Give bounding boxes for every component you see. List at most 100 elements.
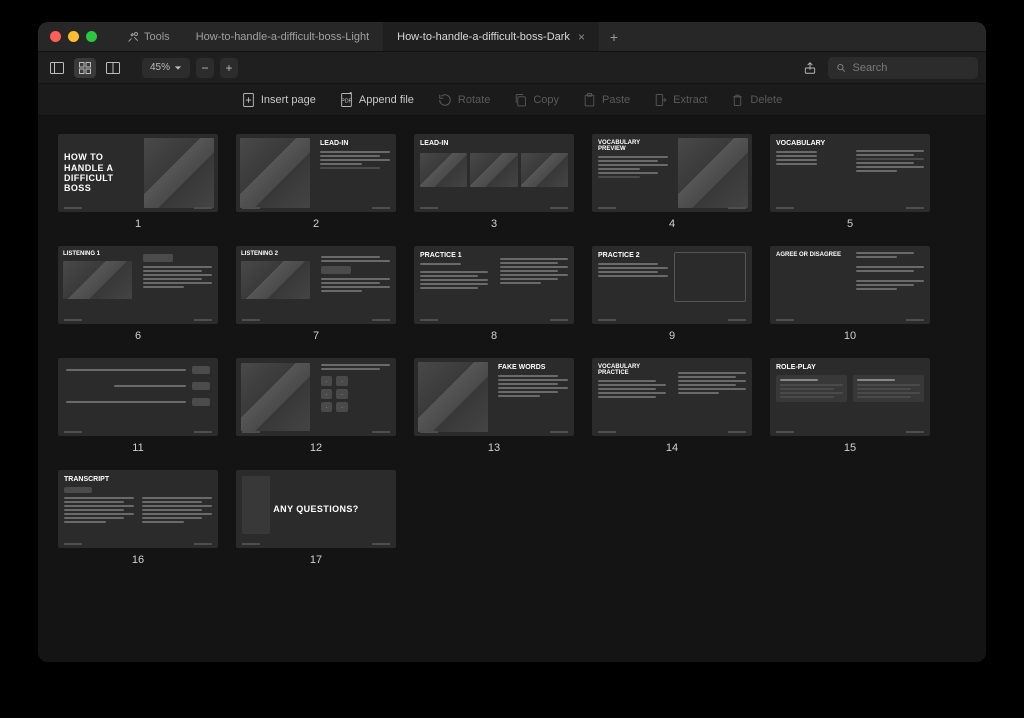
- slide-title: LISTENING 1: [63, 251, 132, 257]
- slide-thumbnail[interactable]: VOCABULARY: [770, 134, 930, 212]
- paste-icon: [583, 93, 596, 107]
- titlebar: Tools How-to-handle-a-difficult-boss-Lig…: [38, 22, 986, 52]
- page-actions-bar: Insert page PDF Append file Rotate Copy …: [38, 84, 986, 116]
- photo-placeholder: [63, 261, 132, 299]
- zoom-dropdown[interactable]: 45%: [142, 58, 190, 78]
- slide-thumbnail[interactable]: LISTENING 2: [236, 246, 396, 324]
- slide-thumbnail[interactable]: FAKE WORDS: [414, 358, 574, 436]
- photo-placeholder: [420, 153, 467, 187]
- close-window-button[interactable]: [50, 31, 61, 42]
- slide-cell: ROLE-PLAY 15: [770, 358, 930, 454]
- svg-text:PDF: PDF: [341, 99, 352, 105]
- slide-number: 6: [135, 330, 141, 342]
- slide-thumbnail[interactable]: LEAD-IN: [414, 134, 574, 212]
- slide-thumbnail[interactable]: VOCABULARY PRACTICE: [592, 358, 752, 436]
- photo-placeholder: [418, 362, 488, 432]
- slide-title: ANY QUESTIONS?: [273, 504, 358, 514]
- search-input[interactable]: [853, 62, 970, 74]
- slide-title: HOW TO HANDLE A DIFFICULT BOSS: [64, 152, 134, 193]
- search-icon: [836, 62, 847, 74]
- slide-cell: ANY QUESTIONS? 17: [236, 470, 396, 566]
- slide-thumbnail[interactable]: [58, 358, 218, 436]
- copy-button[interactable]: Copy: [514, 93, 559, 107]
- slide-thumbnail[interactable]: PRACTICE 1: [414, 246, 574, 324]
- slide-cell: TRANSCRIPT 16: [58, 470, 218, 566]
- view-grid-button[interactable]: [74, 58, 96, 78]
- slide-cell: LEAD-IN 3: [414, 134, 574, 230]
- tab-active[interactable]: How-to-handle-a-difficult-boss-Dark ×: [383, 22, 599, 51]
- window-controls: [50, 31, 97, 42]
- zoom-in-button[interactable]: +: [220, 58, 238, 78]
- slide-cell: VOCABULARY 5: [770, 134, 930, 230]
- slide-thumbnail[interactable]: ROLE-PLAY: [770, 358, 930, 436]
- append-file-icon: PDF: [340, 92, 353, 107]
- chevron-down-icon: [174, 64, 182, 72]
- extract-button[interactable]: Extract: [654, 93, 707, 107]
- delete-button[interactable]: Delete: [731, 93, 782, 107]
- rotate-icon: [438, 93, 452, 107]
- photo-placeholder: [240, 138, 310, 208]
- slide-title: LISTENING 2: [241, 251, 310, 257]
- share-button[interactable]: [798, 56, 822, 80]
- slide-title: VOCABULARY: [776, 140, 844, 147]
- slide-cell: LISTENING 2 7: [236, 246, 396, 342]
- sidebar-icon: [50, 62, 64, 74]
- action-label: Append file: [359, 94, 414, 106]
- slide-cell: 11: [58, 358, 218, 454]
- slide-thumbnail[interactable]: LEAD-IN: [236, 134, 396, 212]
- slide-cell: HOW TO HANDLE A DIFFICULT BOSS 1: [58, 134, 218, 230]
- slide-thumbnail[interactable]: LISTENING 1: [58, 246, 218, 324]
- slide-thumbnail[interactable]: .. .. ..: [236, 358, 396, 436]
- slide-cell: VOCABULARY PRACTICE 14: [592, 358, 752, 454]
- slide-title: ROLE-PLAY: [776, 364, 924, 371]
- slide-number: 5: [847, 218, 853, 230]
- slide-cell: PRACTICE 2 9: [592, 246, 752, 342]
- decor-block: [242, 476, 270, 534]
- paste-button[interactable]: Paste: [583, 93, 630, 107]
- slide-number: 3: [491, 218, 497, 230]
- slide-cell: FAKE WORDS 13: [414, 358, 574, 454]
- tools-icon: [127, 31, 139, 43]
- insert-page-icon: [242, 92, 255, 107]
- slide-cell: VOCABULARY PREVIEW 4: [592, 134, 752, 230]
- rotate-button[interactable]: Rotate: [438, 93, 490, 107]
- slide-title: PRACTICE 2: [598, 252, 668, 259]
- slide-thumbnail[interactable]: TRANSCRIPT: [58, 470, 218, 548]
- share-icon: [803, 61, 817, 75]
- photo-placeholder: [144, 138, 214, 208]
- close-tab-icon[interactable]: ×: [578, 31, 585, 43]
- extract-icon: [654, 93, 667, 107]
- thumbnail-grid: HOW TO HANDLE A DIFFICULT BOSS 1 LEAD-IN: [58, 134, 966, 566]
- answer-box: [674, 252, 746, 302]
- slide-thumbnail[interactable]: PRACTICE 2: [592, 246, 752, 324]
- tools-menu[interactable]: Tools: [115, 22, 182, 51]
- search-box[interactable]: [828, 57, 978, 79]
- slide-thumbnail[interactable]: VOCABULARY PREVIEW: [592, 134, 752, 212]
- zoom-out-button[interactable]: −: [196, 58, 214, 78]
- tab-label: How-to-handle-a-difficult-boss-Dark: [397, 31, 570, 43]
- two-page-icon: [106, 62, 120, 74]
- slide-thumbnail[interactable]: ANY QUESTIONS?: [236, 470, 396, 548]
- app-window: Tools How-to-handle-a-difficult-boss-Lig…: [38, 22, 986, 662]
- slide-cell: LISTENING 1 6: [58, 246, 218, 342]
- thumbnail-grid-scroll[interactable]: HOW TO HANDLE A DIFFICULT BOSS 1 LEAD-IN: [38, 116, 986, 662]
- action-label: Delete: [750, 94, 782, 106]
- append-file-button[interactable]: PDF Append file: [340, 92, 414, 107]
- minimize-window-button[interactable]: [68, 31, 79, 42]
- slide-number: 4: [669, 218, 675, 230]
- insert-page-button[interactable]: Insert page: [242, 92, 316, 107]
- tools-label: Tools: [144, 31, 170, 43]
- photo-placeholder: [470, 153, 517, 187]
- slide-thumbnail[interactable]: AGREE OR DISAGREE: [770, 246, 930, 324]
- slide-title: PRACTICE 1: [420, 252, 488, 259]
- slide-number: 9: [669, 330, 675, 342]
- fullscreen-window-button[interactable]: [86, 31, 97, 42]
- slide-number: 11: [132, 442, 143, 454]
- tab-inactive[interactable]: How-to-handle-a-difficult-boss-Light: [182, 22, 383, 51]
- slide-thumbnail[interactable]: HOW TO HANDLE A DIFFICULT BOSS: [58, 134, 218, 212]
- view-sidebar-button[interactable]: [46, 58, 68, 78]
- slide-number: 1: [135, 218, 141, 230]
- trash-icon: [731, 93, 744, 107]
- view-two-page-button[interactable]: [102, 58, 124, 78]
- new-tab-button[interactable]: +: [599, 22, 629, 51]
